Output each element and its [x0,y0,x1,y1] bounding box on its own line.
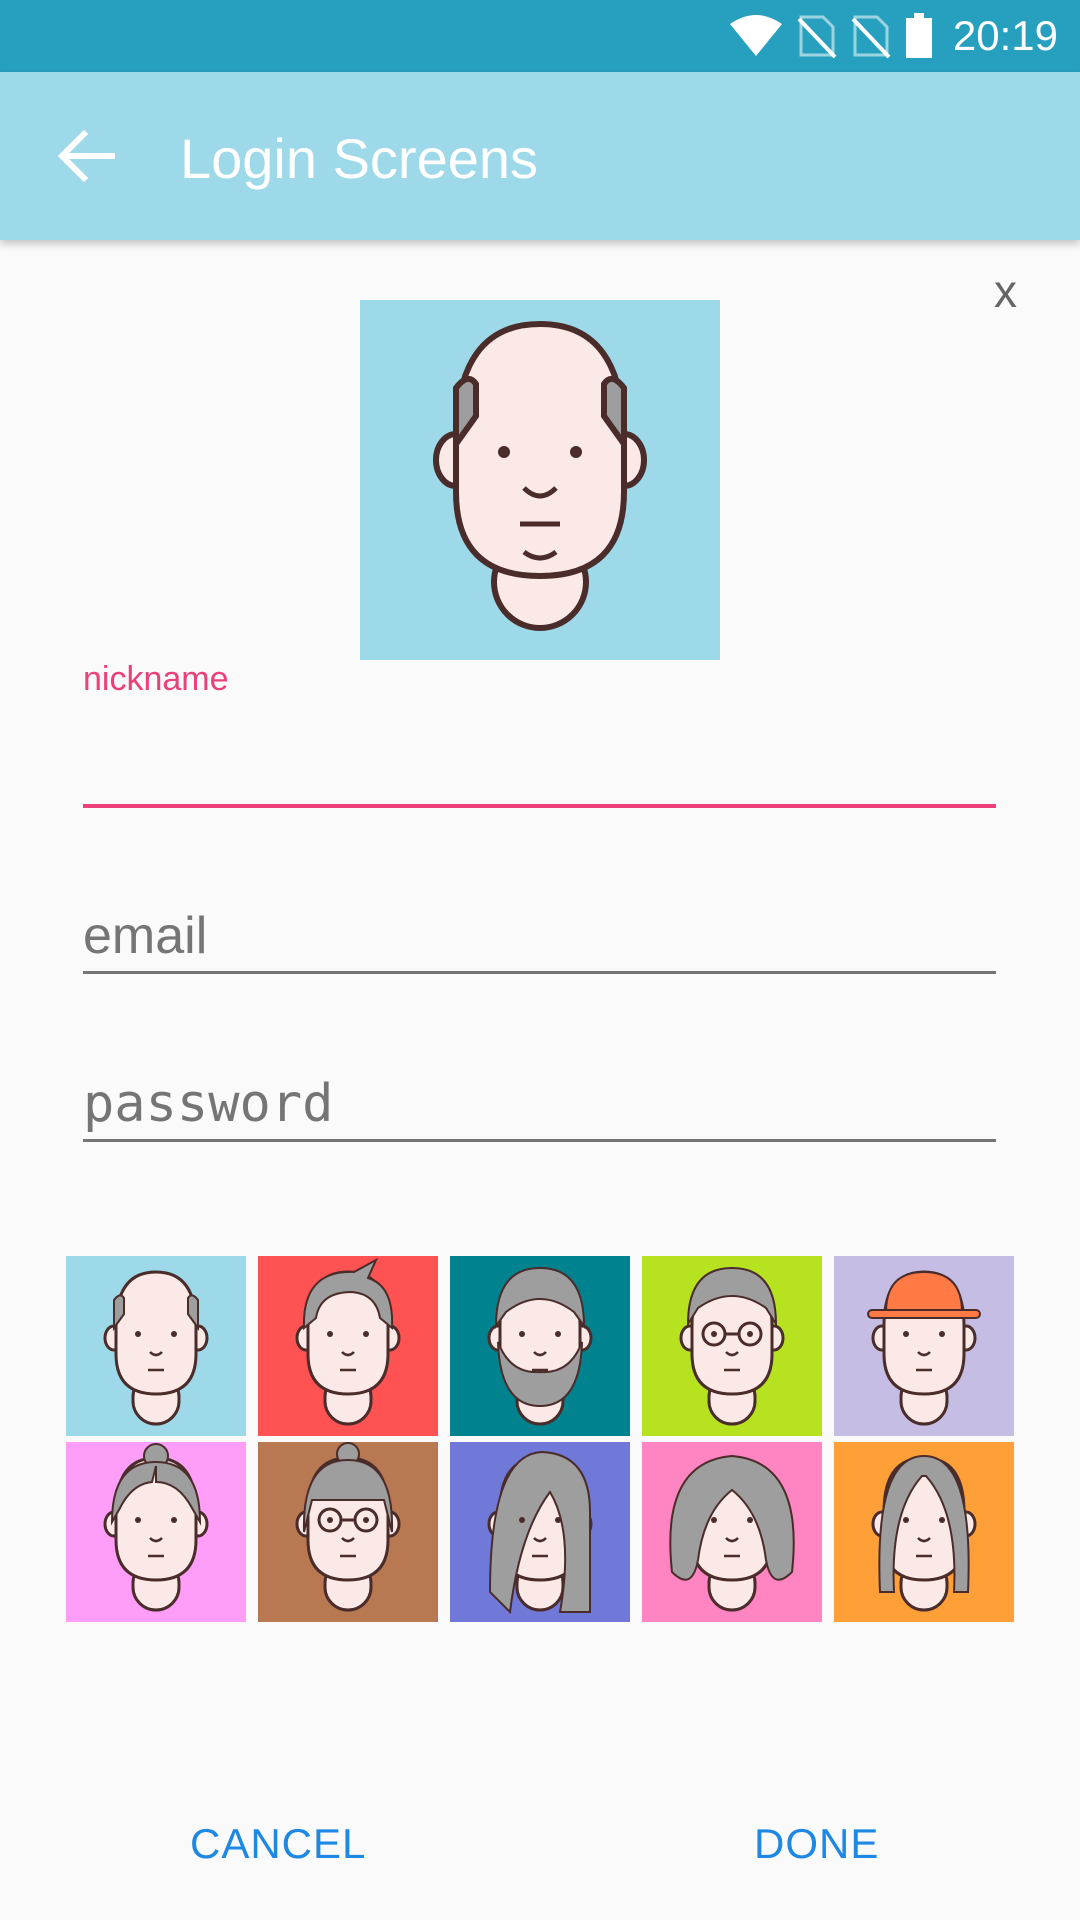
avatar-option[interactable] [642,1442,822,1622]
email-input[interactable] [83,906,996,966]
avatar-option[interactable] [834,1442,1014,1622]
avatar-option[interactable] [258,1442,438,1622]
password-underline [83,1139,996,1142]
done-button[interactable]: DONE [754,1820,879,1868]
avatar-option[interactable] [450,1442,630,1622]
nickname-input[interactable] [83,740,996,800]
bald-old-man-avatar-icon [103,1270,209,1426]
password-input[interactable] [83,1074,996,1134]
email-field[interactable] [83,872,996,974]
bearded-man-avatar-icon [487,1266,593,1426]
password-field[interactable] [83,1040,996,1142]
close-button[interactable]: x [994,264,1017,318]
status-bar: 20:19 [0,0,1080,72]
spiky-gray-hair-avatar-icon [295,1257,401,1426]
status-icons: 20:19 [729,12,1058,60]
avatar-option[interactable] [258,1256,438,1436]
selected-avatar[interactable] [360,300,720,660]
wifi-icon [729,15,782,56]
nickname-label: nickname [83,660,229,698]
arrow-back-icon [57,129,115,183]
app-toolbar: Login Screens [0,72,1080,240]
battery-icon [905,13,932,58]
bun-woman-avatar-icon [103,1443,209,1612]
cancel-button[interactable]: CANCEL [190,1820,366,1868]
curly-hair-woman-avatar-icon [669,1454,795,1612]
bangs-glasses-woman-avatar-icon [295,1442,401,1612]
avatar-option[interactable] [642,1256,822,1436]
page-title: Login Screens [180,127,539,190]
back-button[interactable] [46,116,126,196]
hat-man-avatar-icon [867,1270,981,1426]
parted-hair-woman-avatar-icon [871,1454,977,1612]
avatar-option[interactable] [66,1256,246,1436]
email-underline [83,971,996,974]
nickname-field[interactable] [83,700,996,808]
bald-man-avatar-icon [433,320,647,631]
avatar-option[interactable] [450,1256,630,1436]
long-hair-woman-avatar-icon [487,1450,593,1615]
avatar-option[interactable] [834,1256,1014,1436]
glasses-man-avatar-icon [679,1266,785,1426]
no-sim-icon [797,15,837,59]
no-sim-icon [851,15,891,59]
avatar-option[interactable] [66,1442,246,1622]
nickname-underline [83,804,996,808]
status-time: 20:19 [952,12,1058,59]
